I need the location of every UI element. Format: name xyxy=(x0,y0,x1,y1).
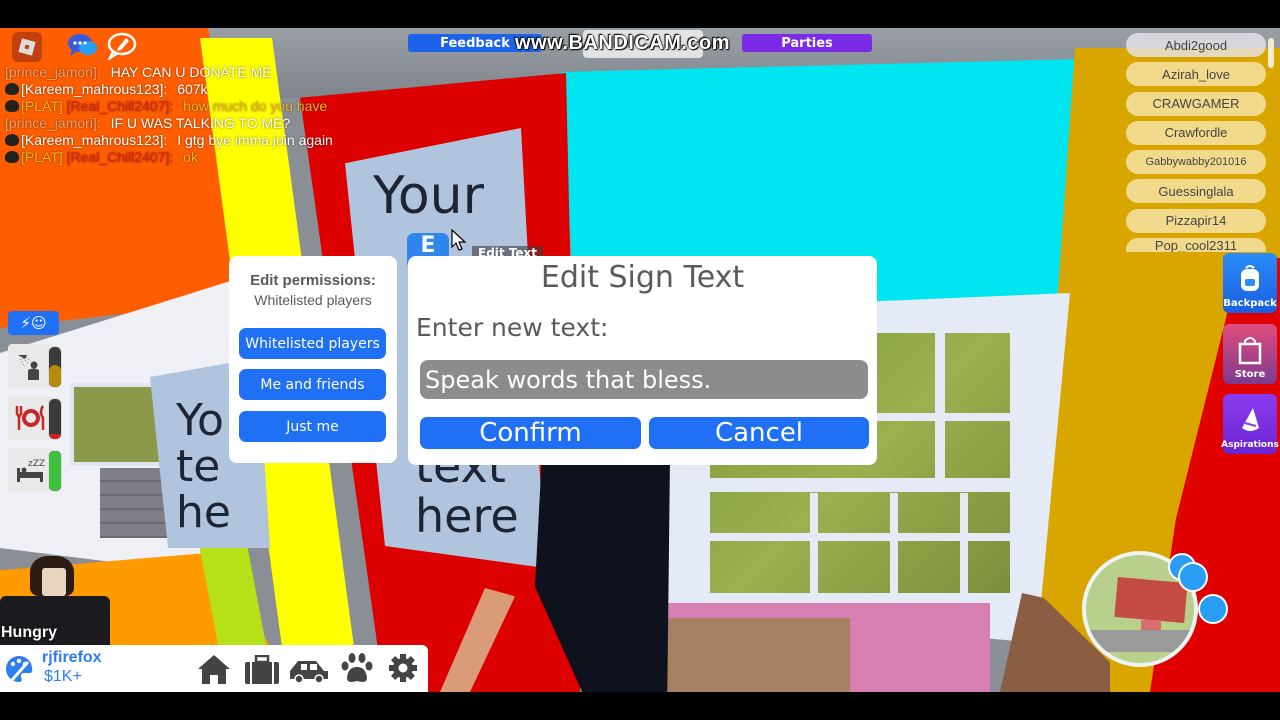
player-list-item[interactable]: Gabbywabby201016 xyxy=(1126,150,1266,175)
gear-icon xyxy=(389,654,417,682)
backpack-button[interactable]: Backpack xyxy=(1223,253,1277,313)
store-button[interactable]: Store xyxy=(1223,324,1277,384)
recording-watermark: www.BANDICAM.com xyxy=(515,32,731,54)
chat-author[interactable]: [Real_Chill2407]: xyxy=(67,98,174,114)
profile-money: $1K+ xyxy=(44,668,82,685)
player-list-item[interactable]: Azirah_love xyxy=(1126,62,1266,87)
chat-message: [PLAT] [Real_Chill2407]: how much do you… xyxy=(5,98,385,115)
edit-sign-prompt: Enter new text: xyxy=(416,313,609,342)
aspirations-label: Aspirations xyxy=(1221,440,1279,450)
settings-button[interactable] xyxy=(388,653,418,683)
chat-message: [prince_jamori]: HAY CAN U DONATE ME xyxy=(5,64,385,81)
permission-option-just-me[interactable]: Just me xyxy=(239,411,386,442)
chat-log: [prince_jamori]: HAY CAN U DONATE ME [Ka… xyxy=(5,64,385,166)
confirm-button[interactable]: Confirm xyxy=(420,417,641,449)
plate-icon xyxy=(8,396,52,440)
emote-pencil-icon[interactable] xyxy=(106,32,138,62)
chat-message: [prince_jamori]: IF U WAS TALKING TO ME? xyxy=(5,115,385,132)
hygiene-meter xyxy=(48,346,62,388)
chat-text: IF U WAS TALKING TO ME? xyxy=(110,115,291,131)
chat-text: 607k xyxy=(177,81,208,97)
jobs-button[interactable] xyxy=(244,654,280,685)
graduation-cap-icon xyxy=(5,151,19,163)
chat-tag: [PLAT] xyxy=(21,149,63,165)
briefcase-icon xyxy=(245,654,279,684)
wood-floor xyxy=(665,618,850,692)
parties-button[interactable]: Parties xyxy=(742,34,872,52)
energy-meter xyxy=(48,450,62,492)
home-icon xyxy=(198,655,230,684)
chat-text: ok xyxy=(183,149,198,165)
graduation-cap-icon xyxy=(5,100,19,112)
cancel-button[interactable]: Cancel xyxy=(649,417,869,449)
home-button[interactable] xyxy=(196,653,232,685)
chat-author[interactable]: [Kareem_mahrous123]: xyxy=(21,81,167,97)
aspirations-icon xyxy=(1242,408,1259,431)
permissions-title: Edit permissions: xyxy=(250,272,376,289)
graduation-cap-icon xyxy=(5,83,19,95)
chat-message: [Kareem_mahrous123]: I gtg bye imma join… xyxy=(5,132,385,149)
character-status: Hungry xyxy=(1,624,57,641)
sign-left-line: Yo xyxy=(176,395,224,446)
bottom-bar: rjfirefox $1K+ xyxy=(0,645,428,692)
graduation-cap-icon xyxy=(5,134,19,146)
sign-left-line: he xyxy=(176,487,231,538)
sign-text-input[interactable] xyxy=(420,360,868,399)
bed-sleep-icon: zZZ xyxy=(8,448,52,492)
vehicles-button[interactable] xyxy=(288,657,330,685)
mood-button[interactable]: ⚡ ☺ xyxy=(8,311,59,335)
backpack-icon xyxy=(1241,265,1259,291)
sign-main-line-1: Your xyxy=(373,166,485,226)
minimap-boat-marker[interactable] xyxy=(1178,562,1208,592)
chat-author[interactable]: [prince_jamori]: xyxy=(5,64,101,80)
mouse-cursor-icon xyxy=(451,229,467,251)
player-list-scrollbar[interactable] xyxy=(1268,38,1274,68)
player-list[interactable]: Abdi2good Azirah_love CRAWGAMER Crawford… xyxy=(1126,33,1266,257)
chat-tag: [PLAT] xyxy=(21,98,63,114)
backpack-label: Backpack xyxy=(1223,298,1277,309)
palette-icon[interactable] xyxy=(4,654,34,684)
lightning-icon: ⚡ xyxy=(20,314,31,332)
smiley-icon: ☺ xyxy=(30,314,47,332)
chat-author[interactable]: [Kareem_mahrous123]: xyxy=(21,132,167,148)
player-list-item[interactable]: Pizzapir14 xyxy=(1126,208,1266,233)
chat-bubble-icon[interactable] xyxy=(67,32,99,60)
edit-sign-dialog: Edit Sign Text Enter new text: Confirm C… xyxy=(408,256,877,465)
sign-left-line: te xyxy=(176,441,221,492)
chat-message: [PLAT] [Real_Chill2407]: ok xyxy=(5,149,385,166)
permissions-panel: Edit permissions: Whitelisted players Wh… xyxy=(229,256,397,463)
chat-author[interactable]: [Real_Chill2407]: xyxy=(67,149,174,165)
svg-text:zZZ: zZZ xyxy=(28,459,45,469)
player-list-item[interactable]: Crawfordle xyxy=(1126,120,1266,145)
roblox-menu-icon[interactable] xyxy=(12,32,42,62)
edit-sign-title: Edit Sign Text xyxy=(540,260,745,295)
player-list-item[interactable]: CRAWGAMER xyxy=(1126,91,1266,116)
pets-button[interactable] xyxy=(340,652,374,686)
car-icon xyxy=(290,661,328,684)
chat-author[interactable]: [prince_jamori]: xyxy=(5,115,101,131)
chat-text: how much do you have xyxy=(183,98,328,114)
player-list-item[interactable]: Guessinglala xyxy=(1126,179,1266,204)
permission-option-friends[interactable]: Me and friends xyxy=(239,369,386,400)
permissions-current: Whitelisted players xyxy=(254,292,372,308)
sign-main-line-3: here xyxy=(415,489,519,543)
game-viewport[interactable]: Yo te he Your text here Feedback www.BAN… xyxy=(0,28,1280,692)
player-list-item[interactable]: Abdi2good xyxy=(1126,33,1266,57)
hunger-meter xyxy=(48,398,62,440)
shower-icon xyxy=(8,344,52,388)
shopping-bag-icon xyxy=(1238,337,1262,365)
store-label: Store xyxy=(1234,369,1266,380)
profile-username[interactable]: rjfirefox xyxy=(42,649,102,667)
chat-text: HAY CAN U DONATE ME xyxy=(110,64,272,80)
paw-icon xyxy=(341,653,373,682)
minimap-place-marker[interactable] xyxy=(1198,594,1228,624)
aspirations-button[interactable]: Aspirations xyxy=(1221,394,1279,454)
chat-message: [Kareem_mahrous123]: 607k xyxy=(5,81,385,98)
permission-option-whitelisted[interactable]: Whitelisted players xyxy=(239,328,386,359)
chat-text: I gtg bye imma join again xyxy=(177,132,333,148)
player-list-item[interactable]: Pop_cool2311 xyxy=(1126,238,1266,253)
